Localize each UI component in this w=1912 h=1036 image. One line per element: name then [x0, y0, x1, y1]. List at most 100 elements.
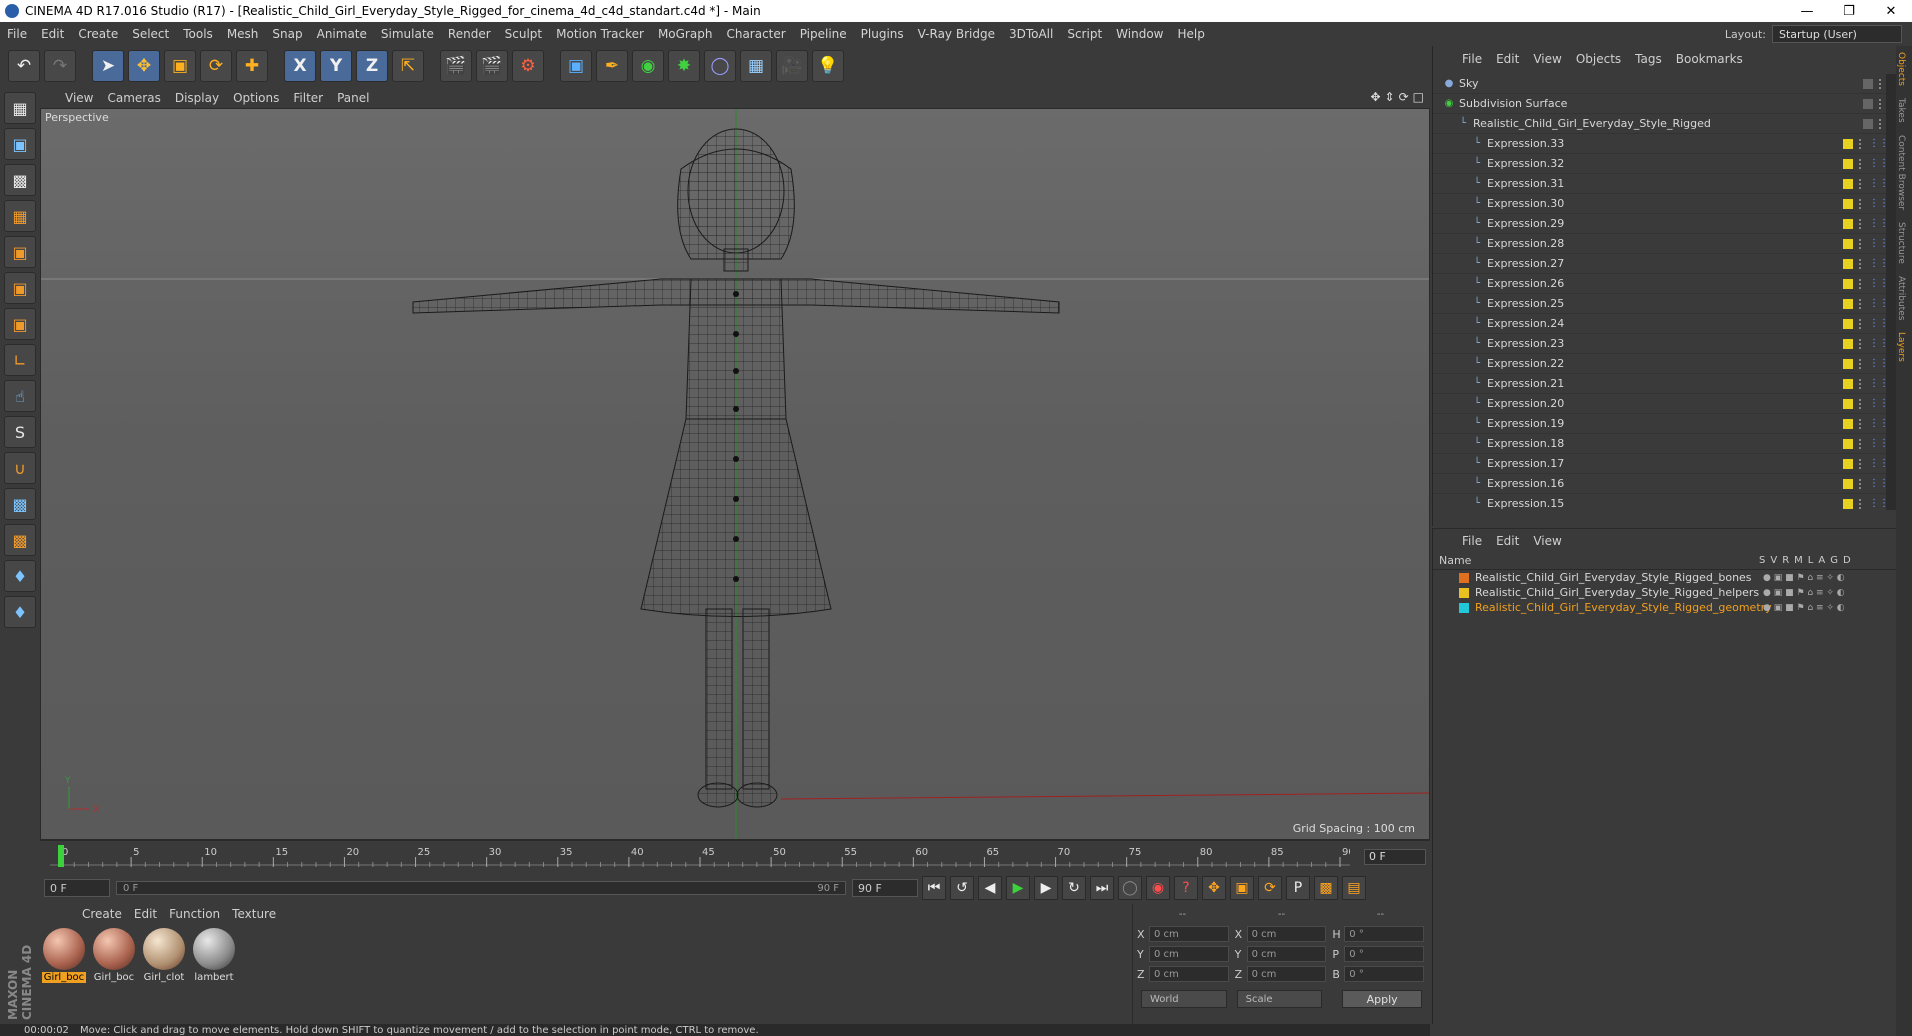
menu-item-character[interactable]: Character — [719, 27, 792, 41]
layer-color-swatch[interactable] — [1843, 418, 1853, 429]
layer-color-swatch[interactable] — [1843, 438, 1853, 449]
apply-button[interactable]: Apply — [1342, 990, 1422, 1008]
coordinate-field[interactable]: 0 ° — [1344, 946, 1425, 962]
object-row[interactable]: ● Sky — [1433, 74, 1887, 94]
layer-color-swatch[interactable] — [1843, 358, 1853, 369]
menu-item-mesh[interactable]: Mesh — [220, 27, 266, 41]
ik-tag-icon[interactable]: ⋮⋮ — [1869, 138, 1887, 150]
menu-item-3dtoall[interactable]: 3DToAll — [1002, 27, 1060, 41]
layer-color-swatch[interactable] — [1459, 602, 1469, 613]
snap-icon[interactable]: S — [4, 416, 36, 448]
menu-item-plugins[interactable]: Plugins — [854, 27, 911, 41]
menu-item-motion-tracker[interactable]: Motion Tracker — [549, 27, 651, 41]
recent-tool-icon[interactable]: ✚ — [236, 50, 268, 82]
keyframe-selection-icon[interactable]: ? — [1174, 876, 1198, 900]
layer-menu-edit[interactable]: Edit — [1489, 534, 1526, 548]
object-row[interactable]: └ Expression.19 ⋮⋮ — [1433, 414, 1887, 434]
coordinate-field[interactable]: 0 ° — [1344, 926, 1425, 942]
object-menu-bookmarks[interactable]: Bookmarks — [1669, 52, 1750, 66]
side-tab-structure[interactable]: Structure — [1896, 216, 1906, 270]
layer-row[interactable]: Realistic_Child_Girl_Everyday_Style_Rigg… — [1433, 570, 1896, 585]
material-swatch[interactable]: Girl_clot — [142, 928, 186, 1020]
play-icon[interactable]: ▶ — [1006, 876, 1030, 900]
layer-color-swatch[interactable] — [1459, 587, 1469, 598]
previous-frame-icon[interactable]: ◀ — [978, 876, 1002, 900]
viewport-menu-filter[interactable]: Filter — [286, 91, 330, 105]
viewport-menu-display[interactable]: Display — [168, 91, 226, 105]
visibility-dots[interactable] — [1859, 138, 1863, 149]
minimize-icon[interactable]: — — [1786, 0, 1828, 22]
object-row[interactable]: └ Expression.16 ⋮⋮ — [1433, 474, 1887, 494]
viewport-menu-cameras[interactable]: Cameras — [100, 91, 167, 105]
layer-menu-file[interactable]: File — [1455, 534, 1489, 548]
key-scale-icon[interactable]: ▣ — [1230, 876, 1254, 900]
points-mode-icon[interactable]: ▣ — [4, 236, 36, 268]
edges-mode-icon[interactable]: ▣ — [4, 272, 36, 304]
ik-tag-icon[interactable]: ⋮⋮ — [1869, 338, 1887, 350]
visibility-dots[interactable] — [1859, 418, 1863, 429]
menu-item-tools[interactable]: Tools — [176, 27, 220, 41]
material-swatch[interactable]: lambert — [192, 928, 236, 1020]
autokey-icon[interactable]: ◉ — [1146, 876, 1170, 900]
side-tab-attributes[interactable]: Attributes — [1896, 270, 1906, 326]
edit-render-settings-icon[interactable]: ⚙ — [512, 50, 544, 82]
object-row[interactable]: └ Expression.26 ⋮⋮ — [1433, 274, 1887, 294]
texture-mode-icon[interactable]: ▩ — [4, 164, 36, 196]
side-tab-content-browser[interactable]: Content Browser — [1896, 129, 1906, 216]
layer-color-swatch[interactable] — [1843, 158, 1853, 169]
coordinate-field[interactable]: 0 cm — [1148, 926, 1229, 942]
orbit-icon[interactable]: ⟳ — [1399, 90, 1409, 104]
object-row[interactable]: ◉ Subdivision Surface — [1433, 94, 1887, 114]
coordinate-field[interactable]: 0 ° — [1344, 966, 1425, 982]
make-editable-icon[interactable]: ▦ — [4, 92, 36, 124]
object-row[interactable]: └ Expression.25 ⋮⋮ — [1433, 294, 1887, 314]
visibility-dots[interactable] — [1859, 398, 1863, 409]
y-axis-lock-icon[interactable]: Y — [320, 50, 352, 82]
object-check-icon[interactable] — [1863, 118, 1873, 129]
layer-color-swatch[interactable] — [1843, 338, 1853, 349]
tweak-mode-icon[interactable]: ☝ — [4, 380, 36, 412]
visibility-dots[interactable] — [1859, 358, 1863, 369]
side-tab-objects[interactable]: Objects — [1896, 46, 1906, 92]
viewport-menu-options[interactable]: Options — [226, 91, 286, 105]
object-check-icon[interactable] — [1863, 78, 1873, 89]
next-frame-icon[interactable]: ▶ — [1034, 876, 1058, 900]
camera-icon[interactable]: 🎥 — [776, 50, 808, 82]
viewport-menu-view[interactable]: View — [58, 91, 100, 105]
dolly-icon[interactable]: ⇕ — [1385, 90, 1395, 104]
ik-tag-icon[interactable]: ⋮⋮ — [1869, 358, 1887, 370]
coordinate-field[interactable]: 0 cm — [1246, 926, 1327, 942]
visibility-dots[interactable] — [1879, 78, 1883, 89]
z-axis-lock-icon[interactable]: Z — [356, 50, 388, 82]
layer-color-swatch[interactable] — [1459, 572, 1469, 583]
ik-tag-icon[interactable]: ⋮⋮ — [1869, 318, 1887, 330]
object-menu-file[interactable]: File — [1455, 52, 1489, 66]
menu-item-select[interactable]: Select — [125, 27, 176, 41]
polygons-mode-icon[interactable]: ▣ — [4, 308, 36, 340]
visibility-dots[interactable] — [1859, 458, 1863, 469]
menu-item-help[interactable]: Help — [1170, 27, 1211, 41]
object-check-icon[interactable] — [1863, 98, 1873, 109]
menu-item-simulate[interactable]: Simulate — [374, 27, 441, 41]
ik-tag-icon[interactable]: ⋮⋮ — [1869, 498, 1887, 510]
key-parameter-icon[interactable]: P — [1286, 876, 1310, 900]
layer-toggle-icons[interactable]: ● ▣ ■ ⚑ ⌂ ≡ ✧ ◐ — [1763, 573, 1845, 583]
object-menu-view[interactable]: View — [1526, 52, 1568, 66]
menu-item-snap[interactable]: Snap — [265, 27, 309, 41]
menu-item-window[interactable]: Window — [1109, 27, 1170, 41]
visibility-dots[interactable] — [1859, 198, 1863, 209]
object-row[interactable]: └ Realistic_Child_Girl_Everyday_Style_Rig… — [1433, 114, 1887, 134]
layer-menu-view[interactable]: View — [1526, 534, 1568, 548]
render-picture-viewer-icon[interactable]: 🎬 — [476, 50, 508, 82]
menu-item-render[interactable]: Render — [441, 27, 498, 41]
menu-item-script[interactable]: Script — [1060, 27, 1109, 41]
ik-tag-icon[interactable]: ⋮⋮ — [1869, 278, 1887, 290]
visibility-dots[interactable] — [1859, 378, 1863, 389]
key-pla-icon[interactable]: ▩ — [1314, 876, 1338, 900]
object-row[interactable]: └ Expression.33 ⋮⋮ — [1433, 134, 1887, 154]
object-row[interactable]: └ Expression.30 ⋮⋮ — [1433, 194, 1887, 214]
pan-icon[interactable]: ✥ — [1370, 90, 1380, 104]
magnet-icon[interactable]: ∪ — [4, 452, 36, 484]
coordinate-field[interactable]: 0 cm — [1148, 946, 1229, 962]
layer-row[interactable]: Realistic_Child_Girl_Everyday_Style_Rigg… — [1433, 585, 1896, 600]
